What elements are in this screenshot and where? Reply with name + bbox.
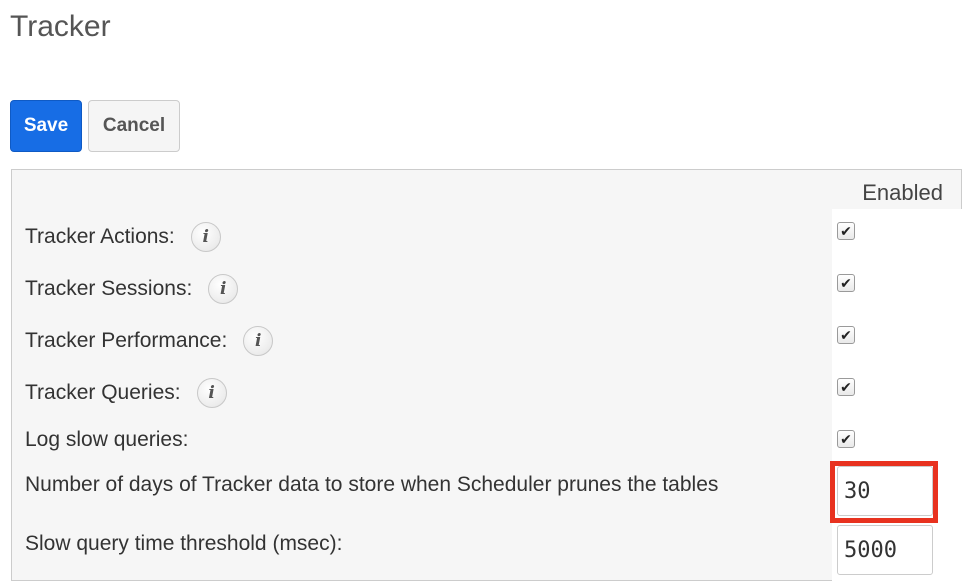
checkmark-icon: ✔ [840, 223, 852, 239]
info-icon[interactable]: i [196, 378, 227, 408]
tracker-actions-row: Tracker Actions: i ✔ [12, 210, 962, 262]
cancel-button[interactable]: Cancel [88, 100, 180, 152]
log-slow-queries-label: Log slow queries: [25, 428, 189, 451]
checkmark-icon: ✔ [840, 379, 852, 395]
log-slow-queries-checkbox[interactable]: ✔ [837, 430, 855, 448]
info-icon[interactable]: i [243, 326, 274, 356]
days-to-store-label: Number of days of Tracker data to store … [25, 473, 719, 496]
tracker-queries-label: Tracker Queries: [25, 381, 181, 404]
tracker-queries-checkbox[interactable]: ✔ [837, 378, 855, 396]
info-icon[interactable]: i [190, 222, 221, 252]
checkmark-icon: ✔ [840, 431, 852, 447]
tracker-actions-label: Tracker Actions: [25, 225, 175, 248]
info-icon[interactable]: i [208, 274, 239, 304]
tracker-performance-row: Tracker Performance: i ✔ [12, 314, 962, 366]
slow-query-threshold-label: Slow query time threshold (msec): [25, 532, 343, 555]
save-button[interactable]: Save [10, 100, 82, 152]
enabled-column-header: Enabled [862, 180, 943, 205]
tracker-actions-checkbox[interactable]: ✔ [837, 222, 855, 240]
tracker-sessions-row: Tracker Sessions: i ✔ [12, 262, 962, 314]
tracker-sessions-checkbox[interactable]: ✔ [837, 274, 855, 292]
checkmark-icon: ✔ [840, 327, 852, 343]
tracker-settings-panel: Enabled Tracker Actions: i ✔ Tracker Ses… [11, 169, 962, 581]
log-slow-queries-row: Log slow queries: ✔ [12, 418, 962, 470]
checkmark-icon: ✔ [840, 275, 852, 291]
slow-query-threshold-input[interactable] [837, 525, 933, 575]
tracker-performance-checkbox[interactable]: ✔ [837, 326, 855, 344]
tracker-sessions-label: Tracker Sessions: [25, 277, 193, 300]
highlight-box [830, 461, 938, 523]
page-title: Tracker [10, 10, 111, 43]
tracker-queries-row: Tracker Queries: i ✔ [12, 366, 962, 418]
tracker-performance-label: Tracker Performance: [25, 329, 228, 352]
